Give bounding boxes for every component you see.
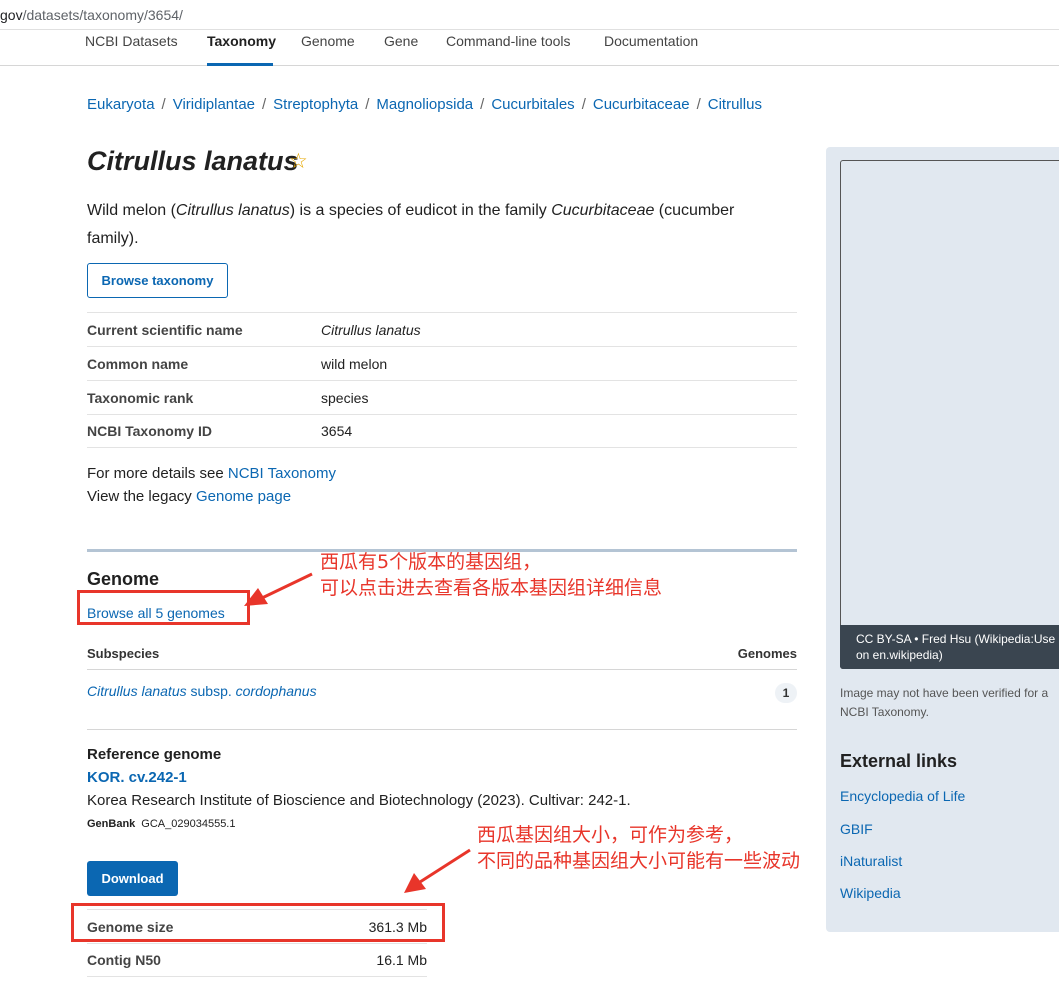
- row-value: 3654: [321, 423, 353, 439]
- breadcrumb-separator: /: [581, 96, 586, 113]
- ncbi-taxonomy-link[interactable]: NCBI Taxonomy: [228, 465, 336, 482]
- description-text: Wild melon (: [87, 202, 176, 219]
- annotation-arrow-1: [261, 572, 313, 600]
- breadcrumb-separator: /: [696, 96, 701, 113]
- taxonomy-info-table: Current scientific name Citrullus lanatus…: [87, 312, 797, 448]
- accession-label: GenBank: [87, 818, 136, 830]
- note-line: Image may not have been verified for a: [840, 686, 1049, 700]
- row-label: Taxonomic rank: [87, 389, 194, 406]
- contig-n50-row: Contig N50 16.1 Mb: [87, 943, 427, 977]
- row-label: NCBI Taxonomy ID: [87, 423, 212, 439]
- breadcrumb-magnoliopsida[interactable]: Magnoliopsida: [376, 96, 473, 113]
- subspecies-genus-species: Citrullus lanatus: [87, 683, 187, 699]
- reference-accession: GenBank GCA_029034555.1: [87, 818, 235, 830]
- details-text: View the legacy: [87, 488, 196, 505]
- annotation-highlight-browse-all: [77, 590, 250, 625]
- table-row: Common name wild melon: [87, 346, 797, 380]
- row-value: species: [321, 389, 369, 406]
- annotation-arrowhead-2: [404, 873, 426, 893]
- star-icon[interactable]: ☆: [289, 149, 308, 174]
- annotation-line: 可以点击进去查看各版本基因组详细信息: [320, 577, 663, 599]
- table-row: Current scientific name Citrullus lanatus: [87, 312, 797, 346]
- tab-gene[interactable]: Gene: [384, 33, 418, 49]
- reference-genome-heading: Reference genome: [87, 746, 222, 763]
- genome-page-link[interactable]: Genome page: [196, 488, 291, 505]
- credit-line: CC BY-SA • Fred Hsu (Wikipedia:Use: [856, 632, 1056, 646]
- breadcrumb-separator: /: [480, 96, 485, 113]
- table-row: Taxonomic rank species: [87, 380, 797, 414]
- tab-genome[interactable]: Genome: [301, 33, 355, 49]
- page-title: Citrullus lanatus: [87, 146, 299, 176]
- accession-value: GCA_029034555.1: [141, 818, 236, 830]
- reference-genome-link[interactable]: KOR. cv.242-1: [87, 769, 187, 786]
- url-domain: gov: [0, 7, 23, 23]
- external-links-heading: External links: [840, 751, 958, 771]
- breadcrumb: Eukaryota / Viridiplantae / Streptophyta / Mag…: [87, 96, 762, 113]
- breadcrumb-separator: /: [365, 96, 370, 113]
- external-link-eol[interactable]: Encyclopedia of Life: [840, 788, 965, 804]
- image-verification-note: Image may not have been verified for a NC…: [840, 684, 1059, 722]
- download-button[interactable]: Download: [87, 861, 178, 896]
- external-link-inaturalist[interactable]: iNaturalist: [840, 853, 902, 869]
- sidebar-panel: CC BY-SA • Fred Hsu (Wikipedia:Use on en.…: [826, 147, 1059, 932]
- row-label: Current scientific name: [87, 321, 243, 338]
- breadcrumb-separator: /: [262, 96, 267, 113]
- image-credit: CC BY-SA • Fred Hsu (Wikipedia:Use on en.…: [840, 625, 1059, 669]
- row-label: Common name: [87, 355, 189, 372]
- subspecies-link[interactable]: Citrullus lanatus subsp. cordophanus: [87, 683, 317, 699]
- tab-command-line-tools[interactable]: Command-line tools: [446, 33, 571, 49]
- details-text: For more details see: [87, 465, 228, 482]
- breadcrumb-citrullus[interactable]: Citrullus: [708, 96, 762, 113]
- address-bar[interactable]: gov/datasets/taxonomy/3654/: [0, 0, 1059, 30]
- breadcrumb-viridiplantae[interactable]: Viridiplantae: [173, 96, 255, 113]
- external-link-wikipedia[interactable]: Wikipedia: [840, 885, 901, 901]
- annotation-note-genome-size: 西瓜基因组大小，可作为参考， 不同的品种基因组大小可能有一些波动: [477, 822, 800, 874]
- row-value: wild melon: [321, 355, 388, 372]
- breadcrumb-separator: /: [161, 96, 166, 113]
- tab-documentation[interactable]: Documentation: [604, 33, 698, 49]
- reference-genome-description: Korea Research Institute of Bioscience a…: [87, 792, 631, 809]
- note-line: NCBI Taxonomy.: [840, 705, 929, 719]
- annotation-line: 西瓜基因组大小，可作为参考，: [477, 824, 744, 846]
- top-navigation: NCBI Datasets Taxonomy Genome Gene Comma…: [0, 30, 1059, 66]
- annotation-highlight-genome-size: [71, 903, 445, 942]
- tab-taxonomy[interactable]: Taxonomy: [207, 33, 276, 49]
- credit-line: on en.wikipedia): [856, 648, 943, 662]
- genomes-column-header: Genomes: [737, 646, 797, 661]
- external-link-gbif[interactable]: GBIF: [840, 821, 873, 837]
- subspecies-column-header: Subspecies: [87, 646, 160, 661]
- description-text: ) is a species of eudicot in the family: [289, 202, 552, 219]
- table-row: NCBI Taxonomy ID 3654: [87, 414, 797, 448]
- stat-label: Contig N50: [87, 952, 161, 968]
- annotation-line: 西瓜有5个版本的基因组，: [320, 551, 542, 573]
- description-family: Cucurbitaceae: [551, 202, 655, 219]
- browse-taxonomy-button[interactable]: Browse taxonomy: [87, 263, 228, 298]
- subspecies-table-header: Subspecies Genomes: [87, 646, 797, 670]
- subspecies-rank: subsp.: [186, 683, 236, 699]
- breadcrumb-streptophyta[interactable]: Streptophyta: [273, 96, 358, 113]
- annotation-arrow-2: [419, 848, 471, 884]
- annotation-note-genomes: 西瓜有5个版本的基因组， 可以点击进去查看各版本基因组详细信息: [320, 549, 662, 601]
- breadcrumb-eukaryota[interactable]: Eukaryota: [87, 96, 155, 113]
- tab-ncbi-datasets[interactable]: NCBI Datasets: [85, 33, 178, 49]
- table-row: Citrullus lanatus subsp. cordophanus 1: [87, 683, 797, 730]
- more-details: For more details see NCBI Taxonomy View …: [87, 462, 336, 508]
- stat-value: 16.1 Mb: [376, 952, 427, 968]
- annotation-line: 不同的品种基因组大小可能有一些波动: [477, 850, 801, 872]
- genome-count-badge: 1: [775, 683, 797, 703]
- subspecies-epithet: cordophanus: [235, 683, 317, 699]
- genome-heading: Genome: [87, 569, 160, 589]
- species-description: Wild melon (Citrullus lanatus) is a spec…: [87, 197, 787, 253]
- row-value: Citrullus lanatus: [321, 321, 421, 338]
- species-image[interactable]: [840, 160, 1059, 669]
- description-species: Citrullus lanatus: [175, 202, 290, 219]
- url-path: /datasets/taxonomy/3654/: [22, 7, 183, 23]
- breadcrumb-cucurbitales[interactable]: Cucurbitales: [491, 96, 574, 113]
- breadcrumb-cucurbitaceae[interactable]: Cucurbitaceae: [593, 96, 690, 113]
- active-tab-indicator: [207, 63, 273, 66]
